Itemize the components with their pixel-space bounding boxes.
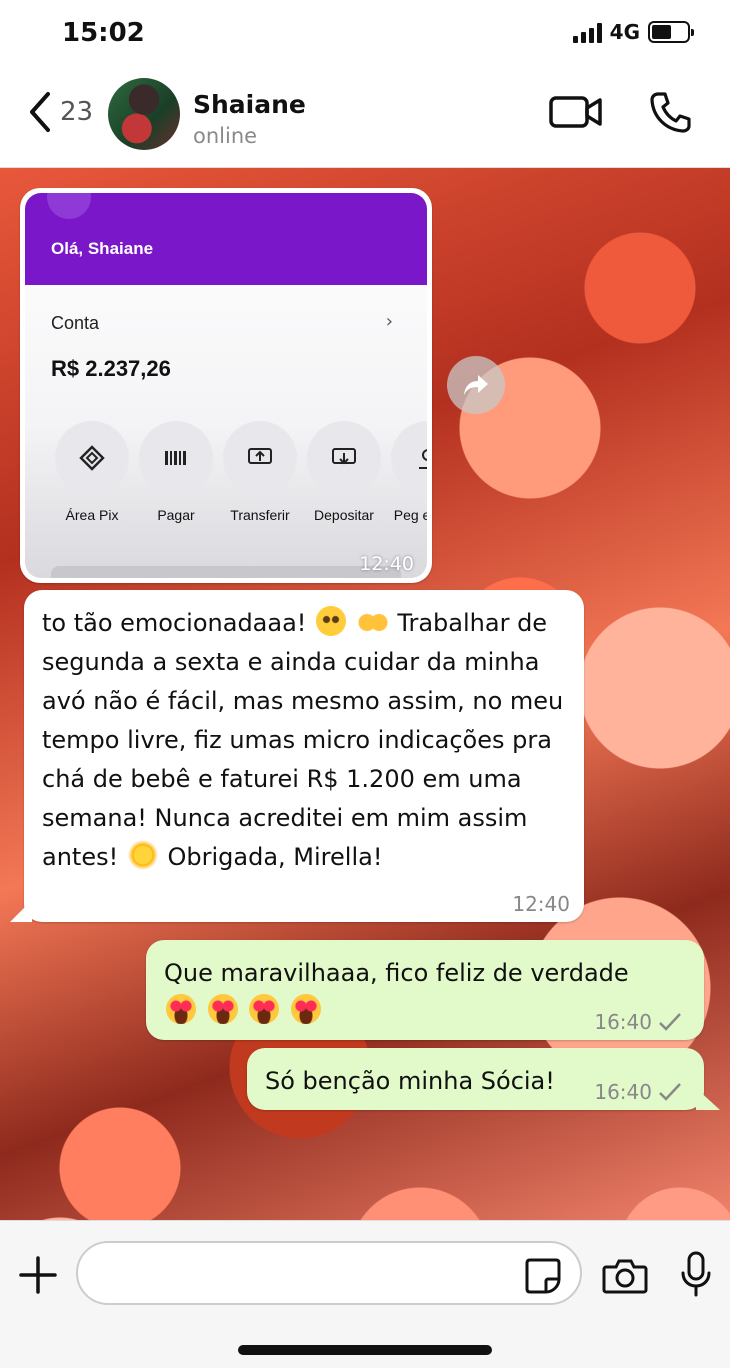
shared-screenshot[interactable]: Olá, Shaiane Conta › R$ 2.237,26 Área Pi… xyxy=(25,193,427,578)
message-time: 16:40 xyxy=(594,1080,652,1104)
pleading-face-emoji-icon xyxy=(316,606,347,636)
raising-hands-emoji-icon xyxy=(357,606,388,636)
outgoing-message[interactable]: Que maravilhaaa, fico feliz de verdade 1… xyxy=(146,940,704,1040)
battery-level xyxy=(652,25,671,39)
message-meta: 16:40 xyxy=(594,1010,682,1034)
sticker-button[interactable] xyxy=(524,1257,562,1299)
video-camera-icon xyxy=(549,96,602,128)
bank-action-deposit: Depositar xyxy=(307,421,381,523)
checkmark-icon xyxy=(659,1013,681,1031)
pix-icon xyxy=(79,445,105,471)
status-indicators: 4G xyxy=(572,20,694,44)
forward-arrow-icon xyxy=(464,375,488,395)
microphone-button[interactable] xyxy=(680,1251,712,1301)
camera-icon xyxy=(602,1259,648,1294)
message-meta: 16:40 xyxy=(594,1080,682,1104)
barcode-icon xyxy=(165,451,186,465)
unread-count: 23 xyxy=(60,97,94,127)
message-input[interactable] xyxy=(76,1241,582,1305)
message-text: to tão emocionadaaa! Trabalhar de segund… xyxy=(42,604,567,877)
status-bar: 15:02 4G xyxy=(0,0,730,70)
signal-icon xyxy=(572,21,602,43)
battery-icon xyxy=(648,21,694,43)
bank-profile-circle xyxy=(47,193,91,219)
bank-header: Olá, Shaiane xyxy=(25,193,427,285)
plus-icon xyxy=(19,1256,57,1294)
avatar[interactable] xyxy=(108,78,180,150)
voice-call-button[interactable] xyxy=(648,90,692,138)
deposit-icon xyxy=(332,448,356,465)
transfer-icon xyxy=(248,448,272,464)
sticker-icon xyxy=(525,1258,561,1294)
bank-actions: Área Pix Pagar Transferir Depositar Peg … xyxy=(55,421,427,523)
image-message[interactable]: Olá, Shaiane Conta › R$ 2.237,26 Área Pi… xyxy=(20,188,432,583)
bank-account-label: Conta xyxy=(51,313,100,333)
bank-balance: R$ 2.237,26 xyxy=(51,356,171,381)
contact-status: online xyxy=(193,124,258,148)
back-chevron-icon xyxy=(30,92,50,132)
loan-icon xyxy=(419,449,427,469)
heart-eyes-emoji-icon xyxy=(166,994,196,1024)
network-type: 4G xyxy=(609,20,640,44)
bank-greeting: Olá, Shaiane xyxy=(51,239,154,258)
video-call-button[interactable] xyxy=(548,94,604,134)
input-bar xyxy=(0,1220,730,1368)
sun-emoji-icon xyxy=(127,840,158,870)
message-time: 12:40 xyxy=(512,892,570,916)
message-time: 12:40 xyxy=(359,553,414,575)
chat-header: 23 Shaiane online xyxy=(0,70,730,168)
home-indicator[interactable] xyxy=(238,1345,492,1355)
outgoing-message[interactable]: Só benção minha Sócia! 16:40 xyxy=(247,1048,720,1110)
heart-eyes-emoji-icon xyxy=(290,994,321,1024)
attach-button[interactable] xyxy=(18,1255,58,1299)
back-button[interactable]: 23 xyxy=(26,90,93,134)
camera-button[interactable] xyxy=(602,1257,648,1299)
chat-area[interactable]: Olá, Shaiane Conta › R$ 2.237,26 Área Pi… xyxy=(0,168,730,1220)
contact-name[interactable]: Shaiane xyxy=(193,90,306,119)
status-time: 15:02 xyxy=(62,18,145,48)
bank-action-loan: Peg empre xyxy=(391,421,427,523)
checkmark-icon xyxy=(659,1083,681,1101)
forward-button[interactable] xyxy=(447,356,505,414)
chevron-right-icon: › xyxy=(385,311,393,332)
heart-eyes-emoji-icon xyxy=(207,994,238,1024)
heart-eyes-emoji-icon xyxy=(249,994,280,1024)
microphone-icon xyxy=(681,1251,711,1297)
bank-bottom-card xyxy=(51,566,401,578)
bank-action-pay: Pagar xyxy=(139,421,213,523)
bank-action-pix: Área Pix xyxy=(55,421,129,523)
bank-action-transfer: Transferir xyxy=(223,421,297,523)
message-time: 16:40 xyxy=(594,1010,652,1034)
phone-icon xyxy=(650,92,691,133)
incoming-message[interactable]: to tão emocionadaaa! Trabalhar de segund… xyxy=(10,590,584,922)
